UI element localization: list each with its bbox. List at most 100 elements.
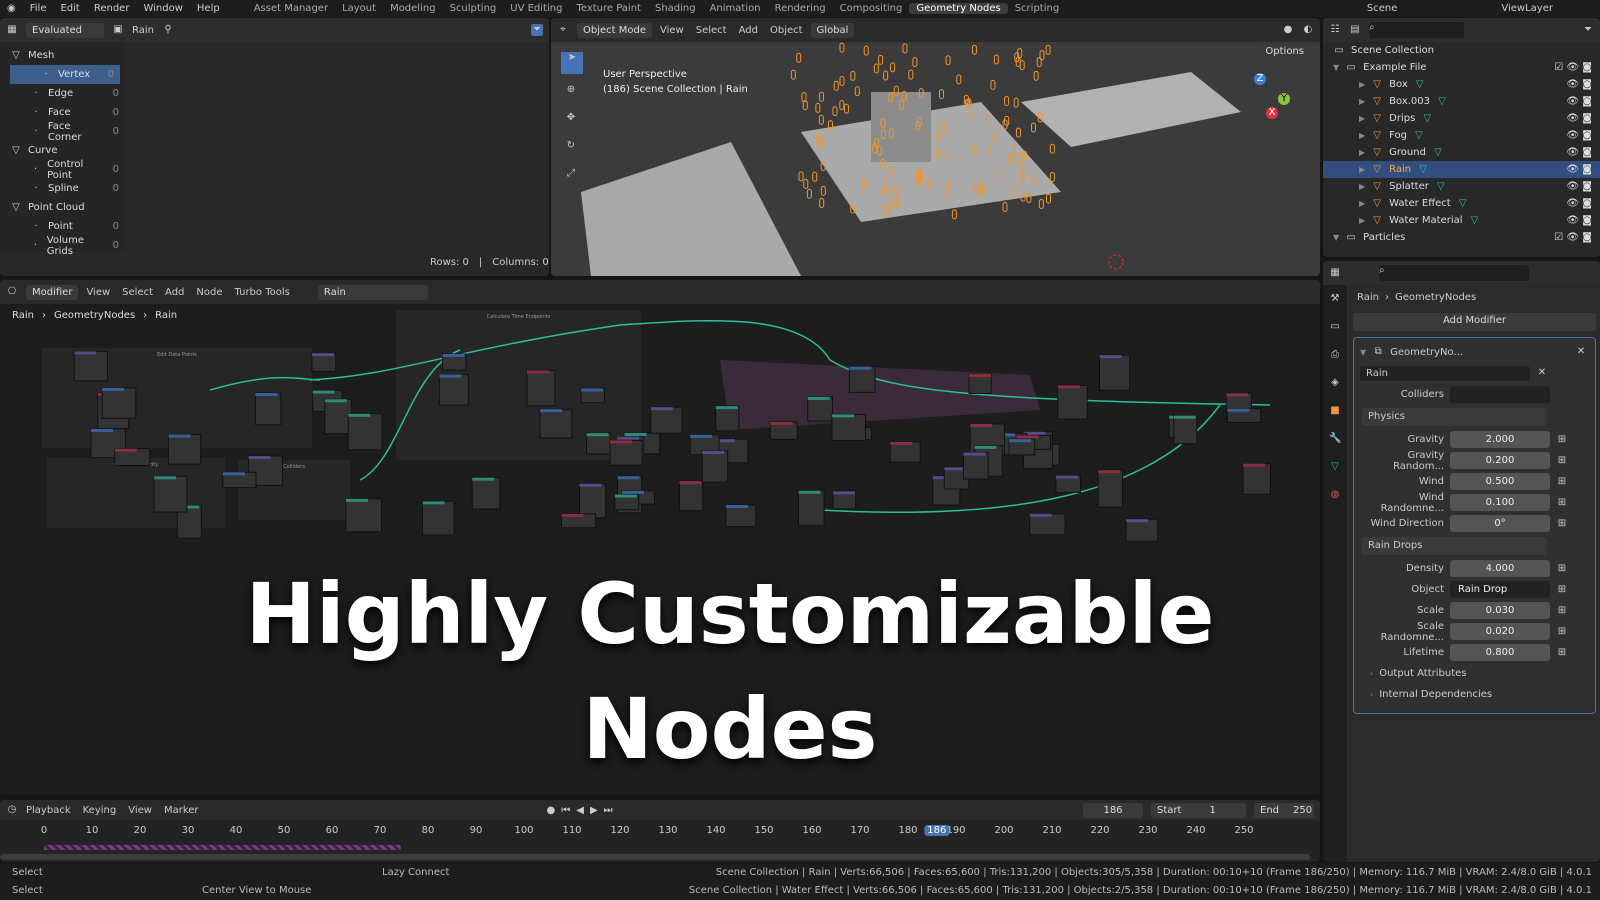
input-toggle-icon[interactable]: ⊞ bbox=[1556, 455, 1568, 467]
property-field[interactable]: 4.000 bbox=[1450, 560, 1550, 577]
tool-tab-icon[interactable]: ⚒ bbox=[1329, 293, 1341, 305]
visibility-icons[interactable]: 👁 ◙ bbox=[1566, 96, 1592, 107]
tab-animation[interactable]: Animation bbox=[703, 3, 768, 14]
input-toggle-icon[interactable]: ⊞ bbox=[1556, 626, 1568, 638]
shading-solid-icon[interactable]: ● bbox=[1282, 24, 1294, 36]
timeline-scrollbar[interactable] bbox=[0, 854, 1310, 860]
property-field[interactable]: 0° bbox=[1450, 515, 1550, 532]
filter-icon[interactable]: ⏷ bbox=[531, 24, 543, 36]
input-toggle-icon[interactable]: ⊞ bbox=[1556, 605, 1568, 617]
data-tab-icon[interactable]: ▽ bbox=[1329, 461, 1341, 473]
editor-type-icon[interactable]: ⌖ bbox=[557, 24, 569, 36]
mesh-data-icon[interactable]: ▽ bbox=[1414, 79, 1426, 91]
domain-spline[interactable]: ·Spline0 bbox=[0, 179, 125, 198]
render-tab-icon[interactable]: ▭ bbox=[1329, 321, 1341, 333]
outliner-object[interactable]: ▶▽Drips▽👁 ◙ bbox=[1323, 110, 1600, 127]
scene-tab-icon[interactable]: ◈ bbox=[1329, 377, 1341, 389]
viewport-menu-object[interactable]: Object bbox=[770, 25, 803, 36]
remove-modifier-icon[interactable]: ✕ bbox=[1575, 346, 1587, 358]
editor-type-icon[interactable]: ◷ bbox=[6, 804, 18, 816]
property-field[interactable]: 0.800 bbox=[1450, 644, 1550, 661]
output-tab-icon[interactable]: ⎙ bbox=[1329, 349, 1341, 361]
outliner-object[interactable]: ▶▽Splatter▽👁 ◙ bbox=[1323, 178, 1600, 195]
node-editor[interactable]: ⎔ Modifier ViewSelectAddNodeTurbo Tools … bbox=[0, 280, 1320, 794]
visibility-icons[interactable]: 👁 ◙ bbox=[1566, 181, 1592, 192]
tab-asset-manager[interactable]: Asset Manager bbox=[247, 3, 335, 14]
domain-point[interactable]: ·Point0 bbox=[0, 217, 125, 236]
outliner-object[interactable]: ▶▽Fog▽👁 ◙ bbox=[1323, 127, 1600, 144]
domain-vertex[interactable]: ·Vertex0 bbox=[10, 65, 120, 84]
expand-icon[interactable]: ▼ bbox=[1333, 63, 1339, 72]
end-frame-field[interactable]: End250 bbox=[1254, 803, 1314, 818]
outliner-collection[interactable]: ▼▭Example File☑ 👁 ◙ bbox=[1323, 59, 1600, 76]
domain-face[interactable]: ·Face0 bbox=[0, 103, 125, 122]
property-field[interactable]: 0.030 bbox=[1450, 602, 1550, 619]
pin-icon[interactable]: ⚲ bbox=[162, 24, 174, 36]
timeline-menu-marker[interactable]: Marker bbox=[164, 805, 199, 816]
expand-icon[interactable]: ▶ bbox=[1359, 97, 1365, 106]
domain-volume-grids[interactable]: ·Volume Grids0 bbox=[0, 236, 125, 255]
expand-icon[interactable]: ▶ bbox=[1359, 131, 1365, 140]
visibility-icons[interactable]: 👁 ◙ bbox=[1566, 113, 1592, 124]
input-toggle-icon[interactable]: ⊞ bbox=[1556, 584, 1568, 596]
view-layer-selector[interactable]: ViewLayer bbox=[1494, 3, 1560, 14]
property-field[interactable]: 0.200 bbox=[1450, 452, 1550, 469]
domain-edge[interactable]: ·Edge0 bbox=[0, 84, 125, 103]
tab-scripting[interactable]: Scripting bbox=[1008, 3, 1066, 14]
input-toggle-icon[interactable]: ⊞ bbox=[1556, 563, 1568, 575]
property-field[interactable]: Rain Drop bbox=[1450, 581, 1550, 598]
visibility-icons[interactable]: 👁 ◙ bbox=[1566, 147, 1592, 158]
visibility-icons[interactable]: 👁 ◙ bbox=[1566, 164, 1592, 175]
modifier-name-field[interactable]: GeometryNo... bbox=[1390, 347, 1463, 358]
editor-type-icon[interactable]: ▦ bbox=[6, 24, 18, 36]
view-icon[interactable]: ▤ bbox=[1349, 24, 1361, 36]
start-frame-field[interactable]: Start1 bbox=[1151, 803, 1246, 818]
input-toggle-icon[interactable]: ⊞ bbox=[1556, 434, 1568, 446]
visibility-icons[interactable]: 👁 ◙ bbox=[1566, 198, 1592, 209]
mesh-data-icon[interactable]: ▽ bbox=[1469, 215, 1481, 227]
frame-ruler[interactable]: 0102030405060708090100110120130140150160… bbox=[44, 825, 1274, 839]
tab-shading[interactable]: Shading bbox=[648, 3, 703, 14]
evaluation-mode-dropdown[interactable]: Evaluated bbox=[26, 23, 104, 38]
visibility-icons[interactable]: 👁 ◙ bbox=[1566, 130, 1592, 141]
properties-search[interactable]: ⌕ bbox=[1379, 265, 1529, 281]
node-group-selector[interactable]: Rain bbox=[1360, 366, 1530, 381]
unlink-icon[interactable]: ✕ bbox=[1536, 367, 1548, 379]
colliders-field[interactable] bbox=[1450, 386, 1550, 403]
menu-edit[interactable]: Edit bbox=[53, 3, 86, 14]
outliner-object[interactable]: ▶▽Ground▽👁 ◙ bbox=[1323, 144, 1600, 161]
property-field[interactable]: 2.000 bbox=[1450, 431, 1550, 448]
menu-window[interactable]: Window bbox=[136, 3, 189, 14]
property-field[interactable]: 0.020 bbox=[1450, 623, 1550, 640]
outliner-object[interactable]: ▶▽Water Material▽👁 ◙ bbox=[1323, 212, 1600, 229]
timeline-menu-keying[interactable]: Keying bbox=[83, 805, 117, 816]
tab-compositing[interactable]: Compositing bbox=[833, 3, 910, 14]
domain-point-cloud[interactable]: ▽Point Cloud bbox=[0, 198, 125, 217]
editor-type-icon[interactable]: ▦ bbox=[1329, 267, 1341, 279]
visibility-icons[interactable]: 👁 ◙ bbox=[1566, 79, 1592, 90]
panel-collapsed[interactable]: ›Internal Dependencies bbox=[1354, 684, 1595, 705]
outliner-collection[interactable]: ▼▭Particles☑ 👁 ◙ bbox=[1323, 229, 1600, 246]
mesh-data-icon[interactable]: ▽ bbox=[1421, 113, 1433, 125]
3d-viewport[interactable]: ⌖ Object Mode ViewSelectAddObject Global… bbox=[551, 18, 1320, 276]
mesh-data-icon[interactable]: ▽ bbox=[1436, 96, 1448, 108]
panel-rain-drops[interactable]: Rain Drops bbox=[1362, 537, 1547, 555]
mesh-data-icon[interactable]: ▽ bbox=[1435, 181, 1447, 193]
domain-face-corner[interactable]: ·Face Corner0 bbox=[0, 122, 125, 141]
expand-icon[interactable]: ▶ bbox=[1359, 165, 1365, 174]
navigation-gizmo[interactable]: Z Y X bbox=[1230, 73, 1290, 133]
expand-icon[interactable]: ▶ bbox=[1359, 216, 1365, 225]
input-toggle-icon[interactable]: ⊞ bbox=[1556, 497, 1568, 509]
display-mode-icon[interactable]: ☷ bbox=[1329, 24, 1341, 36]
expand-icon[interactable]: ▶ bbox=[1359, 182, 1365, 191]
playback-controls[interactable]: ●⏮◀▶⏭ bbox=[547, 805, 619, 816]
expand-icon[interactable]: ▼ bbox=[1333, 233, 1339, 242]
mesh-data-icon[interactable]: ▽ bbox=[1413, 130, 1425, 142]
filter-icon[interactable]: ⏷ bbox=[1582, 24, 1594, 36]
input-toggle-icon[interactable]: ⊞ bbox=[1556, 518, 1568, 530]
input-toggle-icon[interactable]: ⊞ bbox=[1556, 476, 1568, 488]
timeline-menu-playback[interactable]: Playback bbox=[26, 805, 71, 816]
tab-modeling[interactable]: Modeling bbox=[383, 3, 443, 14]
timeline-menu-view[interactable]: View bbox=[128, 805, 152, 816]
scene-selector[interactable]: Scene bbox=[1360, 3, 1405, 14]
